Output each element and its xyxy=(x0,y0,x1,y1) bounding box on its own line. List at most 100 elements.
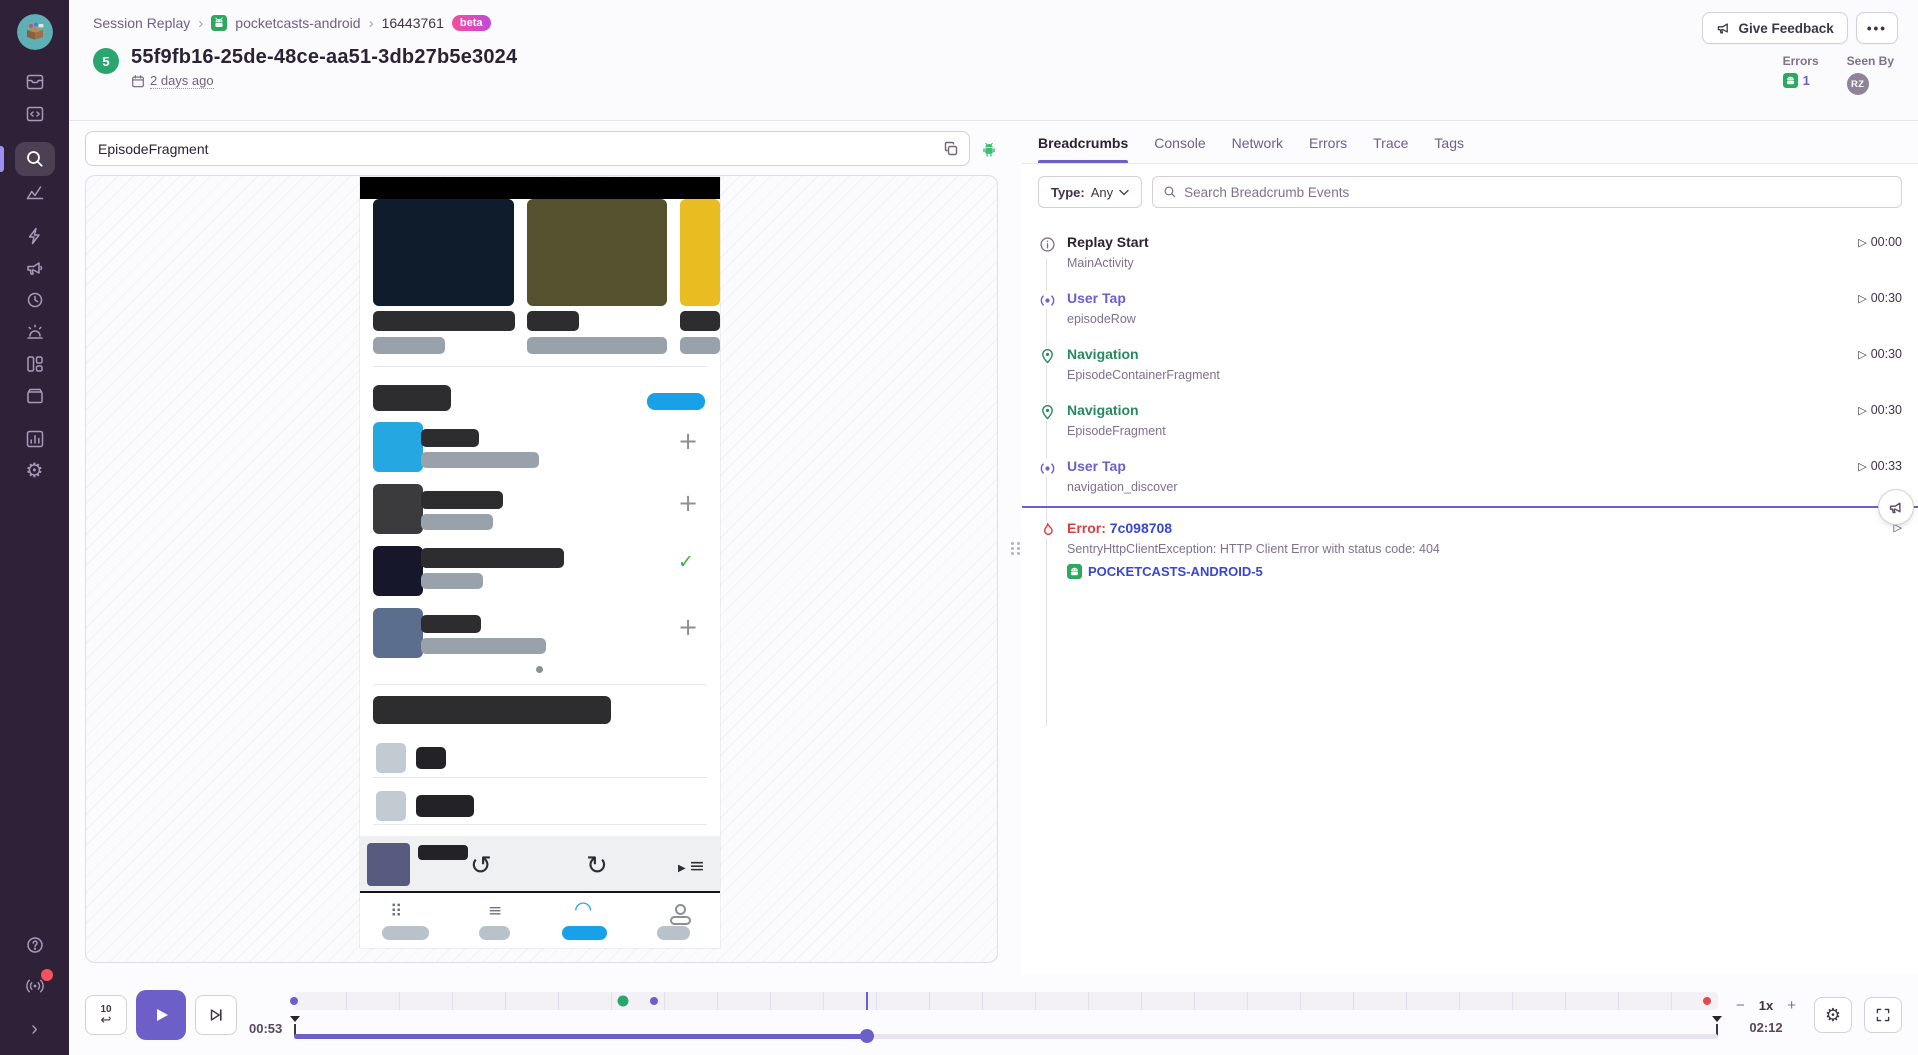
timeline xyxy=(294,986,1718,1050)
wireframe-block xyxy=(479,926,510,940)
wireframe-block xyxy=(373,684,707,685)
gear-icon: ⚙ xyxy=(1825,1006,1841,1024)
replay-age[interactable]: 2 days ago xyxy=(150,73,214,89)
breadcrumb-separator: › xyxy=(369,15,374,32)
seen-by-label: Seen By xyxy=(1847,54,1894,68)
location-pin-icon xyxy=(1038,347,1056,365)
dom-search-input[interactable] xyxy=(98,141,943,157)
notification-dot xyxy=(41,969,53,981)
breadcrumb-item-user-tap[interactable]: User Tap navigation_discover ▷00:33 xyxy=(1022,448,1918,504)
more-options-button[interactable]: ••• xyxy=(1856,12,1898,44)
skip-forward-icon: ↻ xyxy=(586,853,608,879)
sidebar-item-alerts[interactable] xyxy=(15,317,55,347)
timeline-marker-navigation[interactable] xyxy=(618,996,629,1007)
breadcrumb-item-error[interactable]: Error: 7c098708 SentryHttpClientExceptio… xyxy=(1022,510,1918,588)
dom-search-bar xyxy=(85,131,970,166)
search-icon xyxy=(1163,185,1177,199)
breadcrumb-session-replay[interactable]: Session Replay xyxy=(93,15,190,31)
fullscreen-button[interactable] xyxy=(1864,997,1902,1033)
tab-breadcrumbs[interactable]: Breadcrumbs xyxy=(1038,135,1128,163)
playback-speed[interactable]: 1x xyxy=(1759,998,1773,1013)
breadcrumb-search-input[interactable] xyxy=(1184,185,1891,200)
sidebar-item-settings[interactable]: ⚙ xyxy=(15,456,55,486)
sidebar-item-dashboards[interactable] xyxy=(15,349,55,379)
tab-network[interactable]: Network xyxy=(1232,135,1283,163)
timeline-events[interactable] xyxy=(294,992,1718,1010)
current-time: 00:53 xyxy=(249,1021,282,1036)
breadcrumb-project[interactable]: pocketcasts-android xyxy=(235,15,360,31)
play-button[interactable] xyxy=(136,990,186,1040)
error-id-link[interactable]: 7c098708 xyxy=(1110,520,1172,536)
add-episode-icon: + xyxy=(678,429,698,453)
wireframe-block xyxy=(360,177,720,199)
sidebar-item-feedback[interactable] xyxy=(15,253,55,283)
sidebar-item-releases[interactable] xyxy=(15,381,55,411)
seek-bar[interactable] xyxy=(294,1034,1718,1039)
tab-errors[interactable]: Errors xyxy=(1309,135,1347,163)
replay-viewport[interactable]: ++✓+↺↻▶≡⠿≡◠ xyxy=(85,175,998,963)
org-avatar[interactable] xyxy=(17,14,53,50)
sidebar-item-replays[interactable] xyxy=(15,285,55,315)
speed-decrease-button[interactable]: − xyxy=(1736,997,1745,1014)
info-icon xyxy=(1038,235,1056,253)
event-description: EpisodeFragment xyxy=(1067,424,1858,439)
android-platform-icon xyxy=(980,140,998,158)
tab-console[interactable]: Console xyxy=(1154,135,1205,163)
tab-trace[interactable]: Trace xyxy=(1373,135,1408,163)
timeline-marker-user-tap[interactable] xyxy=(650,997,658,1005)
breadcrumb-item-navigation[interactable]: Navigation EpisodeContainerFragment ▷00:… xyxy=(1022,336,1918,392)
event-timestamp[interactable]: ▷00:30 xyxy=(1858,403,1902,417)
feedback-float-button[interactable] xyxy=(1878,489,1914,525)
breadcrumb-item-replay-start[interactable]: Replay Start MainActivity ▷00:00 xyxy=(1022,224,1918,280)
event-timestamp[interactable]: ▷00:30 xyxy=(1858,347,1902,361)
play-icon: ▷ xyxy=(1858,460,1866,473)
sidebar-item-search[interactable] xyxy=(15,142,55,176)
play-triangle-icon xyxy=(151,1005,171,1025)
wireframe-block xyxy=(680,311,720,331)
skip-next-button[interactable] xyxy=(195,995,237,1035)
speed-increase-button[interactable]: + xyxy=(1787,997,1796,1014)
event-timestamp[interactable]: ▷00:30 xyxy=(1858,291,1902,305)
event-timestamp[interactable]: ▷00:00 xyxy=(1858,235,1902,249)
wireframe-block xyxy=(373,385,451,411)
type-filter-dropdown[interactable]: Type: Any xyxy=(1038,176,1142,208)
give-feedback-button[interactable]: Give Feedback xyxy=(1702,12,1848,44)
sidebar-collapse-button[interactable]: › xyxy=(15,1014,55,1044)
sidebar-item-discover[interactable] xyxy=(15,178,55,208)
sidebar-item-issues[interactable] xyxy=(15,67,55,97)
page-header: Session Replay › pocketcasts-android › 1… xyxy=(69,0,1918,121)
sidebar-item-help[interactable] xyxy=(15,930,55,960)
seek-handle[interactable] xyxy=(860,1029,874,1043)
event-description: EpisodeContainerFragment xyxy=(1067,368,1858,383)
breadcrumb-item-navigation[interactable]: Navigation EpisodeFragment ▷00:30 xyxy=(1022,392,1918,448)
seen-by-avatar[interactable]: RZ xyxy=(1847,73,1869,95)
wireframe-block xyxy=(360,836,720,893)
errors-count[interactable]: 1 xyxy=(1783,73,1810,88)
wireframe-block xyxy=(527,199,667,306)
issue-project-link[interactable]: POCKETCASTS-ANDROID-5 xyxy=(1067,564,1894,579)
sidebar-item-stats[interactable] xyxy=(15,424,55,454)
wireframe-block xyxy=(373,337,445,354)
panel-resize-handle[interactable] xyxy=(1010,121,1022,975)
rewind-10-icon: 10↩ xyxy=(100,1005,111,1026)
timeline-marker-replay-start[interactable] xyxy=(290,997,298,1005)
breadcrumb-item-user-tap[interactable]: User Tap episodeRow ▷00:30 xyxy=(1022,280,1918,336)
wireframe-block xyxy=(421,573,483,589)
rewind-10s-button[interactable]: 10↩ xyxy=(85,995,127,1035)
player-settings-button[interactable]: ⚙ xyxy=(1814,997,1852,1033)
wireframe-block xyxy=(373,422,423,472)
sidebar-item-whats-new[interactable] xyxy=(15,971,55,1001)
play-icon: ▷ xyxy=(1858,236,1866,249)
content-area: ++✓+↺↻▶≡⠿≡◠ Breadcrumbs Console Network … xyxy=(69,121,1918,975)
play-icon: ▷ xyxy=(1858,404,1866,417)
sidebar-item-performance[interactable] xyxy=(15,221,55,251)
timeline-marker-error[interactable] xyxy=(1703,997,1711,1005)
wireframe-block xyxy=(416,747,446,769)
panel-tabs: Breadcrumbs Console Network Errors Trace… xyxy=(1022,121,1918,164)
sidebar-item-projects[interactable] xyxy=(15,99,55,129)
copy-icon[interactable] xyxy=(943,141,959,157)
discover-tab-icon: ◠ xyxy=(574,899,592,920)
filter-tab-icon: ≡ xyxy=(488,903,502,920)
event-timestamp[interactable]: ▷00:33 xyxy=(1858,459,1902,473)
tab-tags[interactable]: Tags xyxy=(1434,135,1464,163)
